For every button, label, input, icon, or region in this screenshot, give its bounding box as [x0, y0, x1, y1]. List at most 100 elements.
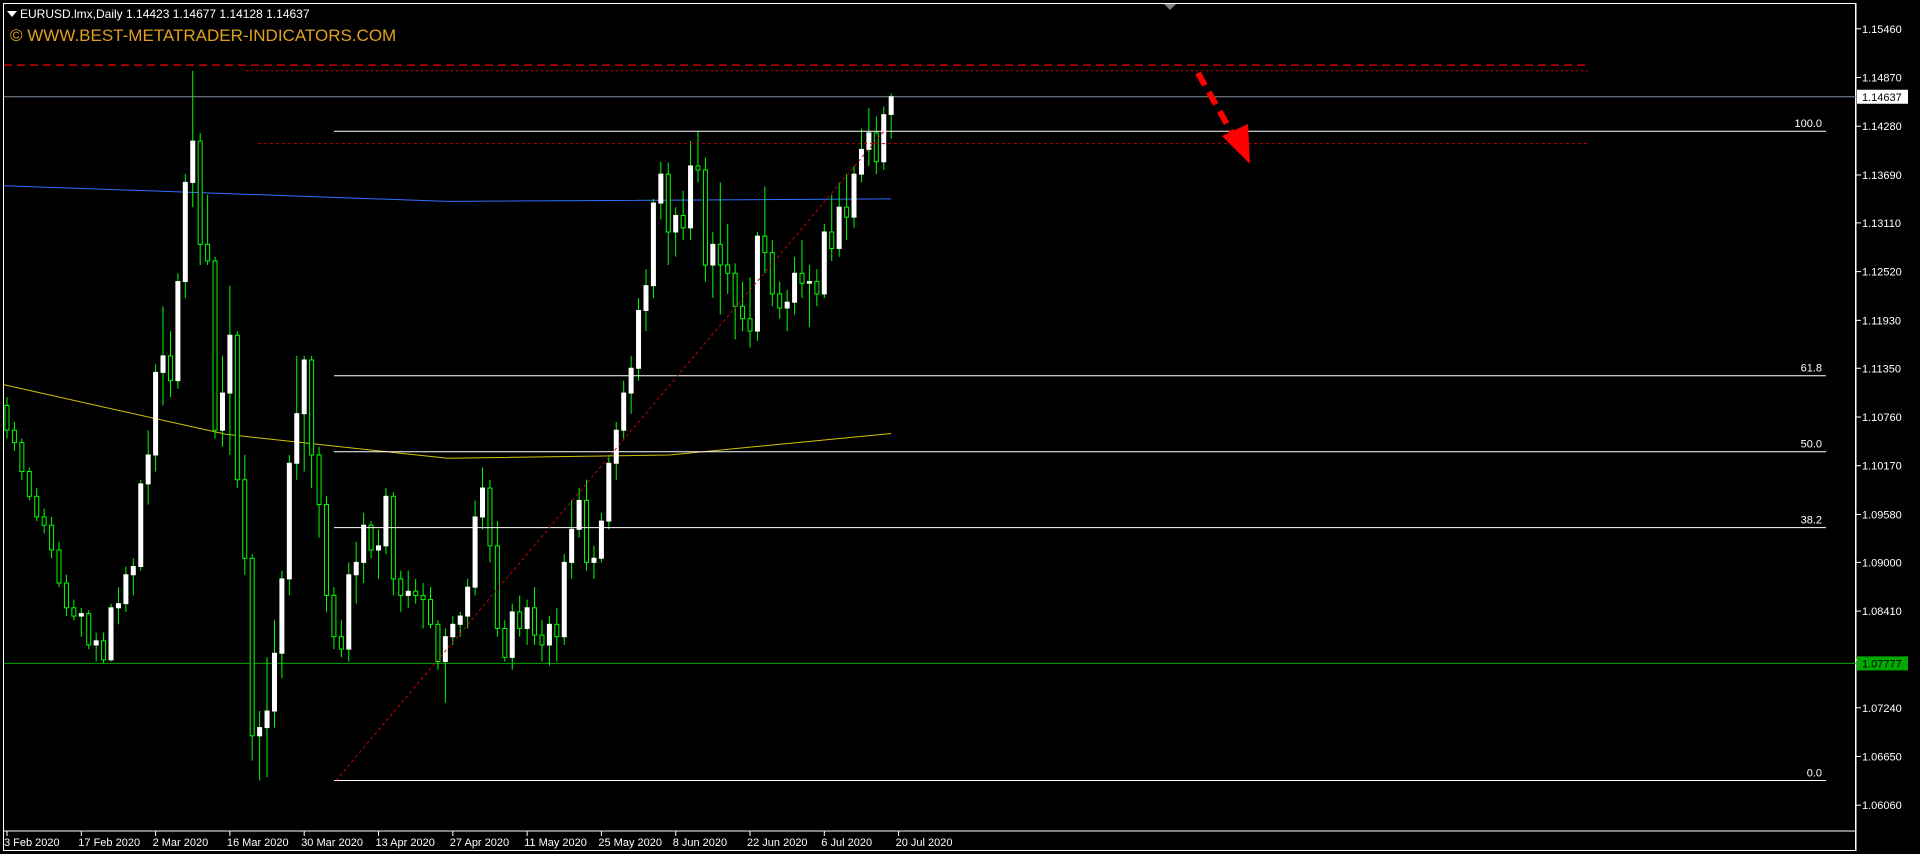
time-tick-label: 6 Jul 2020 — [821, 837, 872, 849]
candle — [688, 141, 694, 241]
candle-body — [56, 549, 62, 584]
candle-body — [754, 235, 760, 332]
price-tick-label: 1.15460 — [1862, 24, 1902, 36]
candle-body — [435, 623, 441, 662]
price-tick-label: 1.12520 — [1862, 267, 1902, 279]
candle — [167, 331, 173, 398]
price-tick-label: 1.11350 — [1862, 363, 1901, 375]
candle-body — [695, 165, 701, 171]
candle-body — [242, 479, 248, 559]
candle-body — [301, 359, 307, 415]
fib-level-label: 61.8 — [1801, 363, 1822, 375]
candle-body — [613, 429, 619, 464]
candle — [472, 500, 478, 596]
drawing-objects-layer[interactable]: 100.0 61.8 50.0 38.2 0.0 — [4, 64, 1826, 781]
candle-body — [190, 140, 196, 183]
candle — [123, 566, 129, 612]
time-tick-label: 16 Mar 2020 — [227, 837, 289, 849]
candle — [428, 587, 434, 629]
price-chart[interactable]: 100.0 61.8 50.0 38.2 0.0 1.15460 1.14870 1.142… — [0, 0, 1920, 854]
price-axis[interactable]: 1.15460 1.14870 1.14280 1.13690 1.13110 1.125… — [1856, 24, 1908, 812]
candle-body — [405, 590, 411, 596]
chart-window[interactable]: EURUSD.lmx,Daily 1.14423 1.14677 1.14128… — [0, 0, 1920, 854]
fib-level-label: 0.0 — [1807, 767, 1822, 779]
candle — [323, 496, 329, 612]
candle-body — [487, 487, 493, 547]
candle-body — [546, 623, 552, 646]
candle — [101, 632, 107, 664]
candle-body — [740, 305, 746, 320]
candle — [702, 157, 708, 282]
candle-body — [702, 169, 708, 266]
candle-body — [777, 293, 783, 309]
candle — [249, 554, 255, 761]
price-tick-label: 1.13690 — [1862, 170, 1902, 182]
time-axis[interactable]: 3 Feb 2020 17 Feb 2020 2 Mar 2020 16 Mar 20… — [4, 831, 952, 849]
candle — [554, 607, 560, 662]
time-tick-label: 25 May 2020 — [598, 837, 662, 849]
candle-body — [762, 235, 768, 254]
candle-body — [49, 524, 55, 551]
candle-body — [725, 264, 731, 274]
candle-body — [338, 636, 344, 650]
time-tick-label: 20 Jul 2020 — [896, 837, 953, 849]
candle-body — [851, 173, 857, 218]
candle-body — [584, 499, 590, 563]
candle-body — [86, 613, 92, 646]
chart-shift-marker-icon[interactable] — [1164, 4, 1176, 10]
time-tick-label: 8 Jun 2020 — [673, 837, 727, 849]
candle — [420, 583, 426, 629]
candle-body — [717, 243, 723, 266]
candle-body — [569, 528, 575, 563]
time-tick-label: 3 Feb 2020 — [4, 837, 60, 849]
candle-body — [598, 520, 604, 559]
candle-body — [509, 611, 515, 658]
candle — [532, 587, 538, 645]
candle-body — [390, 495, 396, 580]
candle-body — [710, 243, 716, 266]
candle-body — [257, 727, 263, 737]
candle-body — [591, 557, 597, 563]
candle-body — [398, 578, 404, 596]
candle — [799, 240, 805, 299]
candle — [405, 570, 411, 608]
candle-body — [881, 114, 887, 163]
candle-body — [145, 454, 151, 485]
arrow-shaft[interactable] — [1195, 71, 1235, 135]
candle-body — [784, 301, 790, 309]
candle-body — [532, 607, 538, 636]
candle — [361, 512, 367, 584]
candle-body — [182, 181, 188, 283]
candle-body — [197, 140, 203, 245]
candle — [286, 454, 292, 596]
candle — [190, 70, 196, 208]
candle — [138, 479, 144, 571]
candle — [93, 632, 99, 662]
candle-body — [19, 442, 25, 473]
candle — [836, 182, 842, 257]
candle — [338, 620, 344, 658]
candle — [279, 570, 285, 679]
candle — [502, 620, 508, 662]
candle-body — [361, 524, 367, 563]
time-tick-label: 30 Mar 2020 — [301, 837, 363, 849]
candle — [873, 116, 879, 175]
candle-body — [561, 561, 567, 638]
candle — [569, 500, 575, 579]
candle — [353, 541, 359, 604]
moving-average-blue-line — [3, 185, 892, 202]
candle-body — [606, 462, 612, 522]
price-tick-label: 1.06060 — [1862, 800, 1902, 812]
fib-level-label: 50.0 — [1801, 439, 1822, 451]
candle-body — [658, 173, 664, 204]
candle-body — [480, 487, 486, 518]
candle-body — [413, 590, 419, 596]
candle — [546, 616, 552, 666]
candle-body — [465, 586, 471, 617]
candle — [309, 355, 315, 489]
candle — [11, 421, 17, 451]
time-tick-label: 2 Mar 2020 — [153, 837, 209, 849]
candle — [145, 430, 151, 505]
candle — [628, 355, 634, 414]
candle — [316, 446, 322, 538]
